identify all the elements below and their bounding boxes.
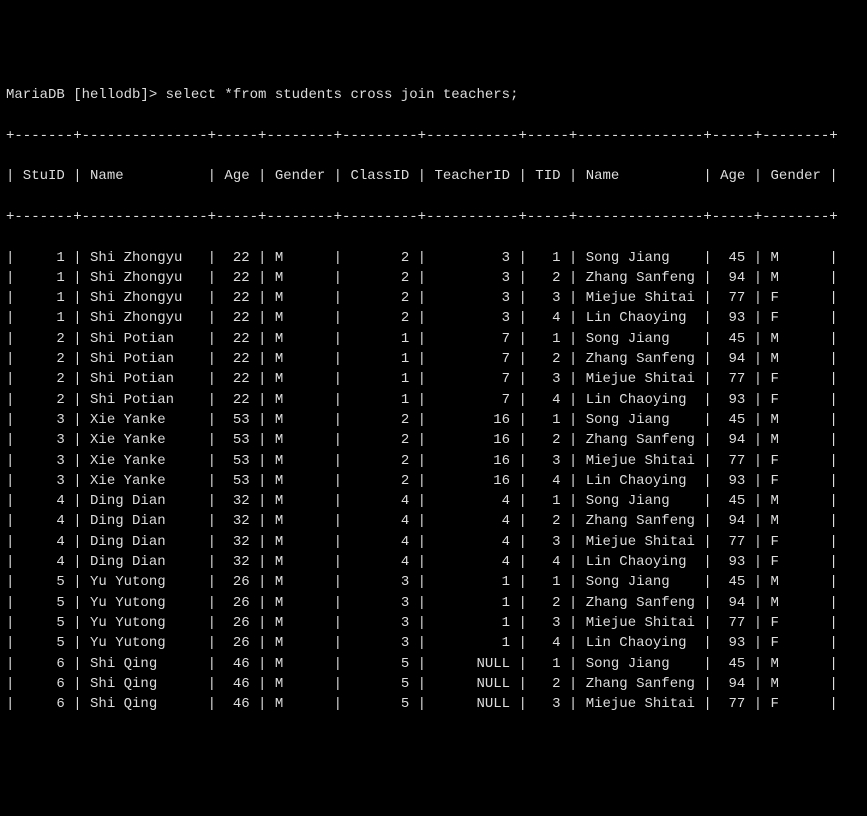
sql-prompt: MariaDB [hellodb]> select *from students… (6, 85, 861, 105)
table-row: | 2 | Shi Potian | 22 | M | 1 | 7 | 4 | … (6, 390, 861, 410)
table-row: | 1 | Shi Zhongyu | 22 | M | 2 | 3 | 2 |… (6, 268, 861, 288)
table-row: | 1 | Shi Zhongyu | 22 | M | 2 | 3 | 4 |… (6, 308, 861, 328)
table-row: | 5 | Yu Yutong | 26 | M | 3 | 1 | 1 | S… (6, 572, 861, 592)
table-row: | 2 | Shi Potian | 22 | M | 1 | 7 | 3 | … (6, 369, 861, 389)
table-row: | 4 | Ding Dian | 32 | M | 4 | 4 | 1 | S… (6, 491, 861, 511)
table-row: | 2 | Shi Potian | 22 | M | 1 | 7 | 2 | … (6, 349, 861, 369)
table-row: | 6 | Shi Qing | 46 | M | 5 | NULL | 3 |… (6, 694, 861, 714)
table-row: | 3 | Xie Yanke | 53 | M | 2 | 16 | 2 | … (6, 430, 861, 450)
table-row: | 1 | Shi Zhongyu | 22 | M | 2 | 3 | 1 |… (6, 248, 861, 268)
table-row: | 5 | Yu Yutong | 26 | M | 3 | 1 | 3 | M… (6, 613, 861, 633)
table-body: | 1 | Shi Zhongyu | 22 | M | 2 | 3 | 1 |… (6, 248, 861, 715)
table-header-row: | StuID | Name | Age | Gender | ClassID … (6, 166, 861, 186)
table-row: | 1 | Shi Zhongyu | 22 | M | 2 | 3 | 3 |… (6, 288, 861, 308)
table-row: | 6 | Shi Qing | 46 | M | 5 | NULL | 1 |… (6, 654, 861, 674)
table-row: | 5 | Yu Yutong | 26 | M | 3 | 1 | 4 | L… (6, 633, 861, 653)
table-row: | 6 | Shi Qing | 46 | M | 5 | NULL | 2 |… (6, 674, 861, 694)
table-row: | 4 | Ding Dian | 32 | M | 4 | 4 | 3 | M… (6, 532, 861, 552)
table-row: | 3 | Xie Yanke | 53 | M | 2 | 16 | 4 | … (6, 471, 861, 491)
table-row: | 5 | Yu Yutong | 26 | M | 3 | 1 | 2 | Z… (6, 593, 861, 613)
table-row: | 2 | Shi Potian | 22 | M | 1 | 7 | 1 | … (6, 329, 861, 349)
table-separator-top: +-------+---------------+-----+--------+… (6, 126, 861, 146)
table-row: | 3 | Xie Yanke | 53 | M | 2 | 16 | 3 | … (6, 451, 861, 471)
table-row: | 4 | Ding Dian | 32 | M | 4 | 4 | 2 | Z… (6, 511, 861, 531)
table-row: | 3 | Xie Yanke | 53 | M | 2 | 16 | 1 | … (6, 410, 861, 430)
table-separator-mid: +-------+---------------+-----+--------+… (6, 207, 861, 227)
table-row: | 4 | Ding Dian | 32 | M | 4 | 4 | 4 | L… (6, 552, 861, 572)
